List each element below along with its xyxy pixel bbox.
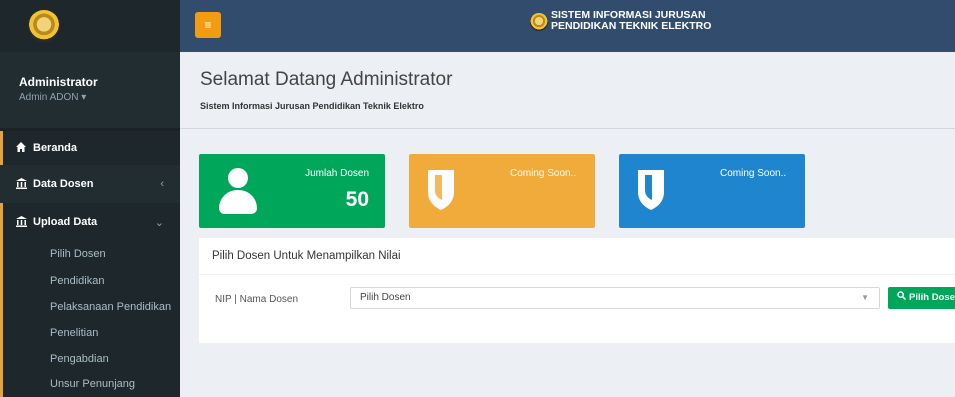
user-name: Administrator: [19, 75, 98, 89]
user-icon: [219, 168, 257, 214]
sidebar-item-label: Data Dosen: [33, 178, 94, 190]
sidebar: Administrator Admin ADON ▾ Beranda Data …: [0, 0, 180, 397]
sidebar-item-beranda[interactable]: Beranda: [0, 131, 180, 165]
field-label: NIP | Nama Dosen: [215, 294, 299, 305]
chevron-left-icon: ‹: [160, 178, 164, 190]
university-logo: [530, 13, 548, 31]
submenu-item-unsur-penunjang[interactable]: Unsur Penunjang: [50, 378, 135, 390]
submenu-item-pelaksanaan-pendidikan[interactable]: Pelaksanaan Pendidikan: [50, 301, 171, 313]
button-label: Pilih Dosen: [909, 292, 955, 303]
home-icon: [16, 142, 26, 155]
institution-icon: [16, 216, 27, 230]
user-role-dropdown[interactable]: Admin ADON ▾: [19, 92, 86, 103]
caret-down-icon: ▼: [861, 293, 869, 302]
institution-icon: [16, 178, 27, 192]
search-icon: [897, 287, 907, 309]
app-title: SISTEM INFORMASI JURUSAN PENDIDIKAN TEKN…: [551, 10, 711, 32]
info-box-label: Coming Soon..: [720, 168, 787, 179]
menu-toggle-button[interactable]: ≡: [195, 12, 221, 38]
divider: [180, 128, 955, 129]
info-box-coming-soon: Coming Soon..: [409, 154, 595, 228]
divider: [199, 274, 955, 275]
chevron-down-icon: ⌄: [154, 217, 164, 229]
panel-title: Pilih Dosen Untuk Menampilkan Nilai: [212, 250, 401, 262]
active-accent: [0, 203, 3, 397]
submenu-item-penelitian[interactable]: Penelitian: [50, 327, 98, 339]
select-value: Pilih Dosen: [360, 292, 411, 303]
page-title: Selamat Datang Administrator: [200, 69, 453, 90]
info-box-label: Coming Soon..: [510, 168, 577, 179]
university-logo: [28, 10, 60, 42]
app-title-line-2: PENDIDIKAN TEKNIK ELEKTRO: [551, 20, 712, 32]
user-panel: Administrator Admin ADON ▾: [0, 52, 180, 128]
pilih-dosen-button[interactable]: Pilih Dosen: [888, 287, 955, 309]
dosen-select[interactable]: Pilih Dosen ▼: [350, 287, 880, 309]
info-box-value: 50: [345, 188, 369, 211]
active-accent: [0, 131, 3, 165]
info-box-jumlah-dosen: Jumlah Dosen 50: [199, 154, 385, 228]
sidebar-item-data-dosen[interactable]: Data Dosen ‹: [0, 165, 180, 203]
submenu-item-pendidikan[interactable]: Pendidikan: [50, 275, 104, 287]
sidebar-item-upload-data[interactable]: Upload Data ⌄ Pilih Dosen Pendidikan Pel…: [0, 203, 180, 397]
select-dosen-panel: Pilih Dosen Untuk Menampilkan Nilai NIP …: [199, 238, 955, 343]
shield-icon: [428, 170, 454, 210]
page-subtitle: Sistem Informasi Jurusan Pendidikan Tekn…: [200, 101, 424, 111]
submenu-item-pilih-dosen[interactable]: Pilih Dosen: [50, 248, 106, 260]
hamburger-icon: ≡: [204, 18, 212, 32]
sidebar-logo-area: [0, 0, 180, 52]
info-box-label: Jumlah Dosen: [305, 168, 369, 179]
sidebar-item-label: Beranda: [33, 142, 78, 154]
top-header: ≡ SISTEM INFORMASI JURUSAN PENDIDIKAN TE…: [180, 0, 955, 52]
sidebar-item-label: Upload Data: [33, 216, 98, 228]
submenu-item-pengabdian[interactable]: Pengabdian: [50, 353, 109, 365]
info-box-coming-soon: Coming Soon..: [619, 154, 805, 228]
shield-icon: [638, 170, 664, 210]
